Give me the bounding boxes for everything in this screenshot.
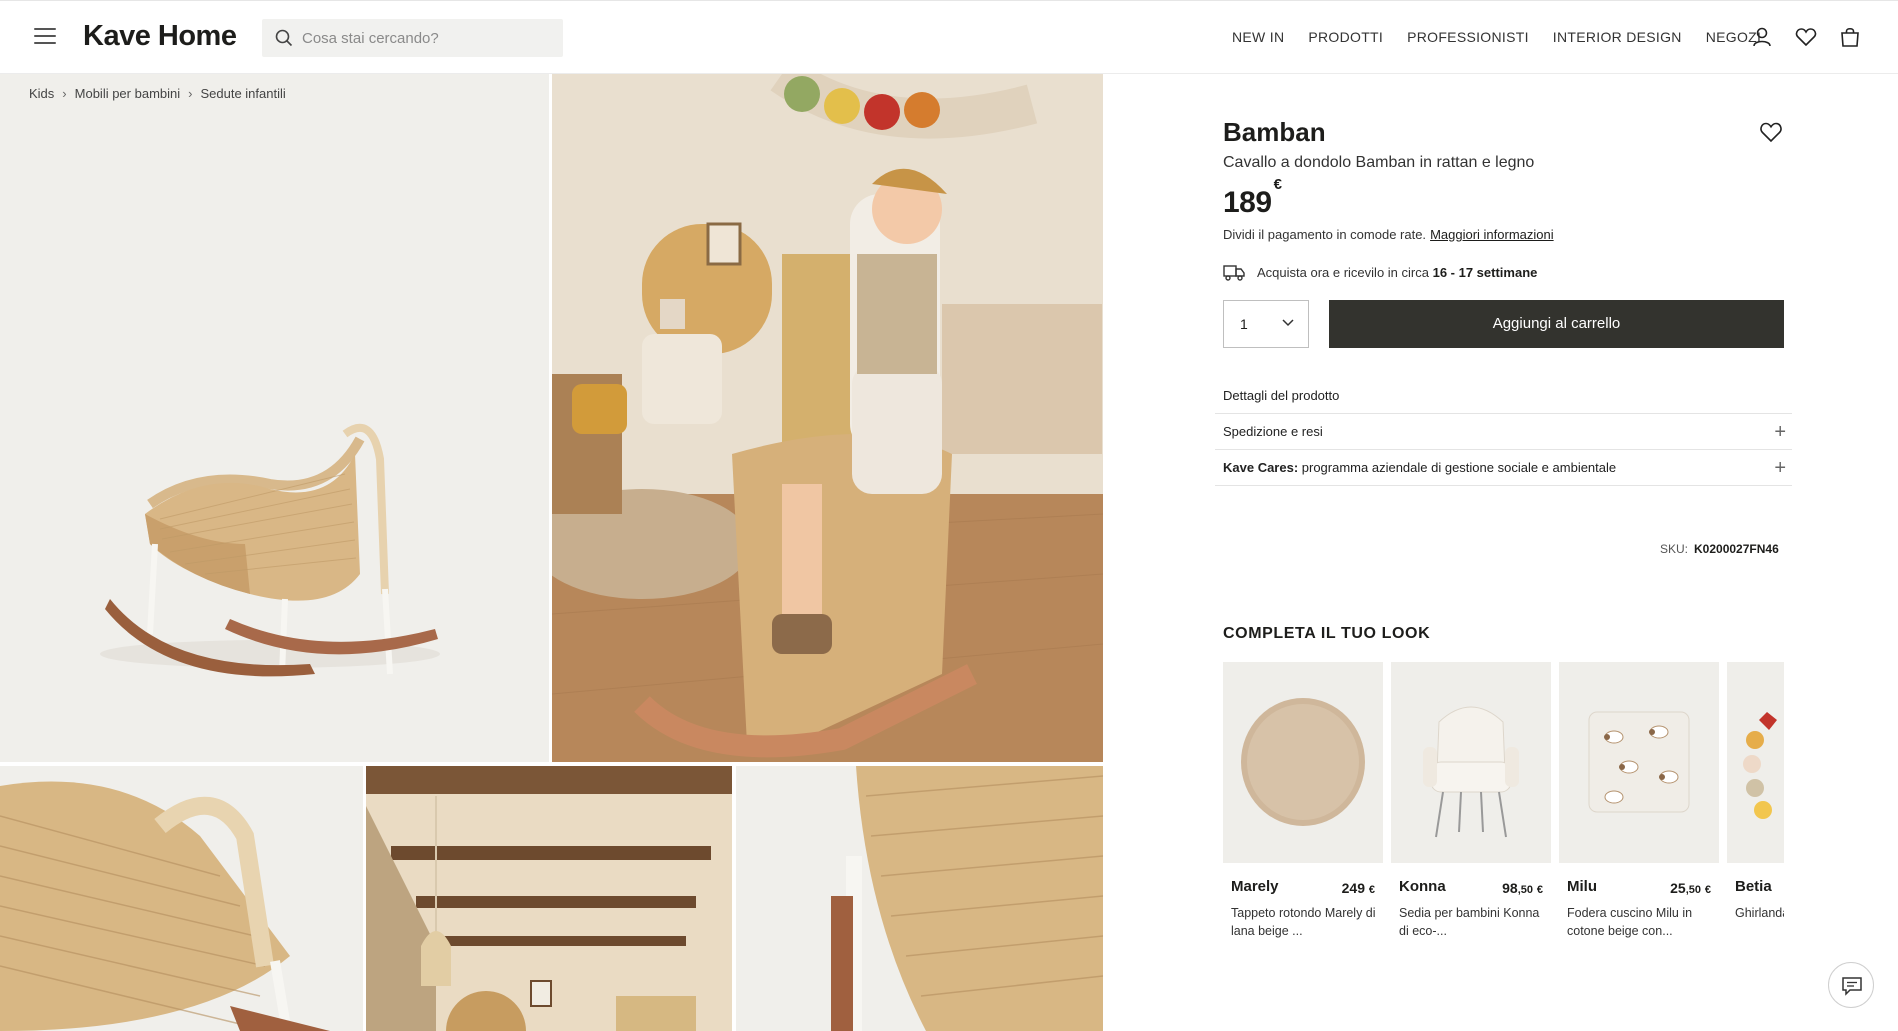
breadcrumb-kids[interactable]: Kids (29, 86, 54, 101)
nav-new-in[interactable]: NEW IN (1232, 29, 1284, 45)
product-title: Bamban (1223, 117, 1326, 147)
chevron-right-icon: › (188, 86, 193, 101)
sku-value: K0200027FN46 (1694, 542, 1779, 556)
look-card-marely[interactable]: Marely 249 € Tappeto rotondo Marely di l… (1223, 662, 1383, 938)
look-name: Marely (1231, 878, 1279, 895)
complete-look-title: COMPLETA IL TUO LOOK (1223, 625, 1431, 642)
product-price: 189€ (1223, 176, 1282, 220)
nav-professionisti[interactable]: PROFESSIONISTI (1407, 29, 1529, 45)
delivery-time: 16 - 17 settimane (1432, 264, 1538, 280)
nav-interior-design[interactable]: INTERIOR DESIGN (1553, 29, 1682, 45)
accordion-kave-cares[interactable]: Kave Cares: programma aziendale di gesti… (1215, 450, 1792, 486)
quantity-value: 1 (1240, 316, 1248, 332)
look-price-int: 98 (1502, 880, 1518, 896)
delivery-info: Acquista ora e ricevilo in circa 16 - 17… (1223, 263, 1537, 281)
price-currency: € (1273, 176, 1282, 193)
look-desc: Tappeto rotondo Marely di lana beige ... (1231, 906, 1376, 938)
installments-text: Dividi il pagamento in comode rate. (1223, 227, 1427, 242)
installments-link[interactable]: Maggiori informazioni (1430, 227, 1554, 242)
product-accordion: Dettagli del prodotto Spedizione e resi +… (1215, 378, 1792, 486)
sku-label: SKU: (1660, 542, 1689, 556)
breadcrumb-mobili[interactable]: Mobili per bambini (75, 86, 181, 101)
site-header: Kave Home NEW IN PRODOTTI PROFESSIONISTI… (0, 0, 1898, 74)
product-image-detail-2[interactable] (366, 766, 732, 1031)
look-name: Milu (1567, 878, 1597, 895)
nav-prodotti[interactable]: PRODOTTI (1308, 29, 1383, 45)
chevron-down-icon (1282, 319, 1294, 327)
search-icon (275, 29, 293, 47)
accordion-cares-bold: Kave Cares: (1223, 460, 1299, 475)
product-image-lifestyle[interactable] (552, 74, 1103, 762)
look-name: Konna (1399, 878, 1446, 895)
chevron-right-icon: › (62, 86, 67, 101)
look-image (1223, 662, 1383, 863)
quantity-select[interactable]: 1 (1223, 300, 1309, 348)
look-price: 98,50 € (1502, 880, 1543, 896)
look-image (1727, 662, 1784, 863)
bag-icon[interactable] (1838, 25, 1862, 49)
look-price-currency: € (1704, 884, 1711, 896)
look-name: Betia (1735, 878, 1772, 895)
look-price-int: 25 (1670, 880, 1686, 896)
look-price: 25,50 € (1670, 880, 1711, 896)
chat-icon (1842, 977, 1862, 996)
wishlist-heart-icon[interactable] (1758, 120, 1784, 144)
product-image-main[interactable] (0, 74, 549, 762)
product-image-detail-1[interactable] (0, 766, 363, 1031)
look-price-int: 249 (1341, 880, 1365, 896)
look-price-dec: ,50 (1685, 884, 1701, 896)
look-desc: Ghirlanda bandieri (1735, 906, 1784, 920)
search-bar[interactable] (262, 19, 563, 57)
accordion-shipping[interactable]: Spedizione e resi + (1215, 414, 1792, 450)
look-price-dec: ,50 (1517, 884, 1533, 896)
main-nav: NEW IN PRODOTTI PROFESSIONISTI INTERIOR … (1232, 29, 1761, 45)
look-card-konna[interactable]: Konna 98,50 € Sedia per bambini Konna di… (1391, 662, 1551, 938)
heart-icon[interactable] (1794, 25, 1818, 49)
accordion-cares-text: programma aziendale di gestione sociale … (1298, 460, 1617, 475)
installments-info: Dividi il pagamento in comode rate. Maggi… (1223, 227, 1554, 242)
look-desc: Sedia per bambini Konna di eco-... (1399, 906, 1540, 938)
truck-icon (1223, 265, 1245, 281)
breadcrumb-sedute[interactable]: Sedute infantili (200, 86, 285, 101)
delivery-text: Acquista ora e ricevilo in circa (1257, 264, 1429, 280)
look-card-betia[interactable]: Betia Ghirlanda bandieri (1727, 662, 1784, 920)
look-price-currency: € (1536, 884, 1543, 896)
product-image-detail-3[interactable] (736, 766, 1103, 1031)
user-icon[interactable] (1750, 25, 1774, 49)
plus-icon: + (1774, 457, 1786, 479)
look-image (1391, 662, 1551, 863)
logo[interactable]: Kave Home (83, 20, 237, 53)
add-to-cart-button[interactable]: Aggiungi al carrello (1329, 300, 1784, 348)
plus-icon: + (1774, 421, 1786, 443)
look-image (1559, 662, 1719, 863)
look-desc: Fodera cuscino Milu in cotone beige con.… (1567, 906, 1693, 938)
look-card-milu[interactable]: Milu 25,50 € Fodera cuscino Milu in coto… (1559, 662, 1719, 938)
accordion-details[interactable]: Dettagli del prodotto (1215, 378, 1792, 414)
menu-icon[interactable] (34, 28, 56, 46)
accordion-shipping-label: Spedizione e resi (1223, 424, 1323, 439)
breadcrumb: Kids › Mobili per bambini › Sedute infan… (29, 86, 286, 101)
accordion-details-label: Dettagli del prodotto (1223, 388, 1340, 403)
chat-button[interactable] (1828, 962, 1874, 1008)
header-actions (1750, 25, 1862, 49)
complete-look-carousel: Marely 249 € Tappeto rotondo Marely di l… (1223, 662, 1784, 942)
price-value: 189 (1223, 186, 1272, 219)
product-subtitle: Cavallo a dondolo Bamban in rattan e leg… (1223, 154, 1535, 171)
sku-info: SKU: K0200027FN46 (1660, 542, 1779, 556)
look-price-currency: € (1368, 884, 1375, 896)
look-price: 249 € (1342, 880, 1375, 896)
search-input[interactable] (302, 19, 552, 57)
